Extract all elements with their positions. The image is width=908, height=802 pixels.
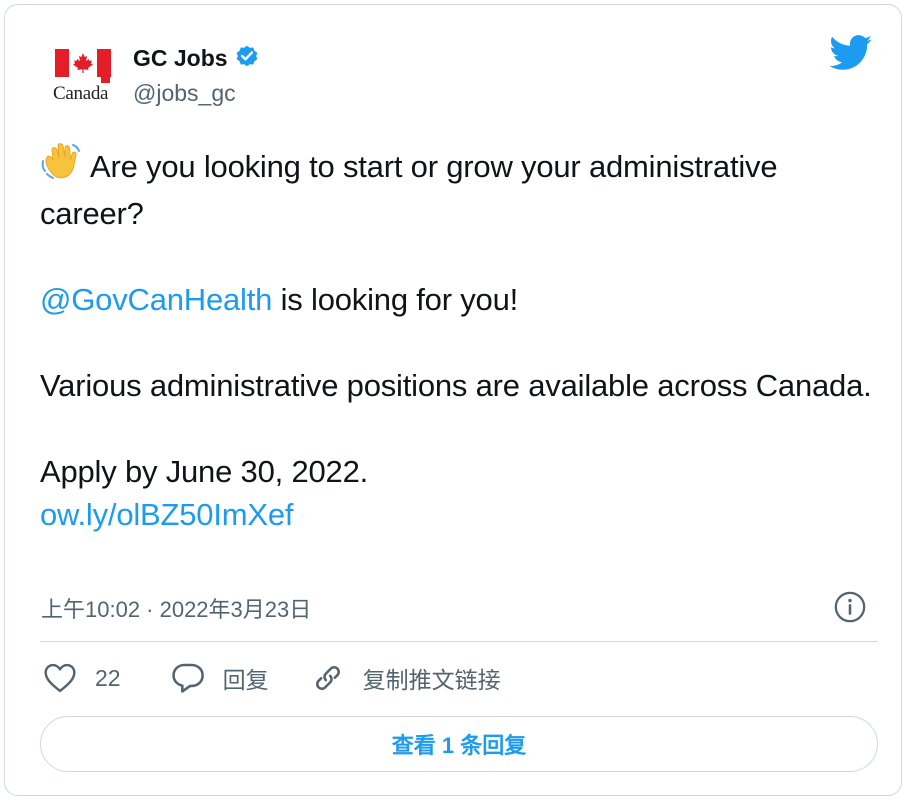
tweet-line-4: Apply by June 30, 2022.: [40, 454, 369, 489]
author-name-row[interactable]: GC Jobs: [133, 43, 260, 74]
link-icon: [315, 665, 340, 691]
heart-icon: [44, 663, 76, 693]
url-link[interactable]: ow.ly/olBZ50ImXef: [40, 497, 294, 532]
author-handle[interactable]: @jobs_gc: [133, 80, 236, 107]
waving-hand-icon: [40, 141, 82, 192]
tweet-card: Canada GC Jobs @jobs_gc Are you looking …: [4, 4, 902, 796]
reply-button[interactable]: 回复: [171, 661, 269, 695]
copy-link-button[interactable]: 复制推文链接: [311, 661, 501, 695]
mention-link[interactable]: @GovCanHealth: [40, 282, 272, 317]
like-count: 22: [95, 664, 121, 691]
twitter-bird-icon[interactable]: [829, 35, 873, 76]
action-bar: 22 回复 复制推文链接: [43, 661, 543, 695]
tweet-line-2: @GovCanHealth is looking for you!: [40, 282, 519, 317]
reply-label: 回复: [222, 667, 269, 693]
display-name[interactable]: GC Jobs: [133, 45, 228, 72]
copy-link-label: 复制推文链接: [362, 667, 501, 693]
info-icon[interactable]: [833, 590, 867, 629]
like-button[interactable]: 22: [43, 663, 121, 693]
tweet-timestamp[interactable]: 上午10:02 · 2022年3月23日: [41, 592, 311, 624]
avatar[interactable]: Canada: [49, 49, 113, 105]
canada-flag-icon: [55, 49, 111, 77]
verified-badge-icon: [234, 43, 260, 74]
view-replies-button[interactable]: 查看 1 条回复: [40, 716, 878, 772]
divider: [40, 641, 878, 642]
tweet-line-1: Are you looking to start or grow your ad…: [40, 141, 880, 235]
tweet-line-3: Various administrative positions are ava…: [40, 368, 872, 403]
canada-wordmark: Canada: [53, 77, 111, 105]
tweet-text: Are you looking to start or grow your ad…: [40, 141, 880, 536]
reply-bubble-icon: [171, 663, 204, 693]
